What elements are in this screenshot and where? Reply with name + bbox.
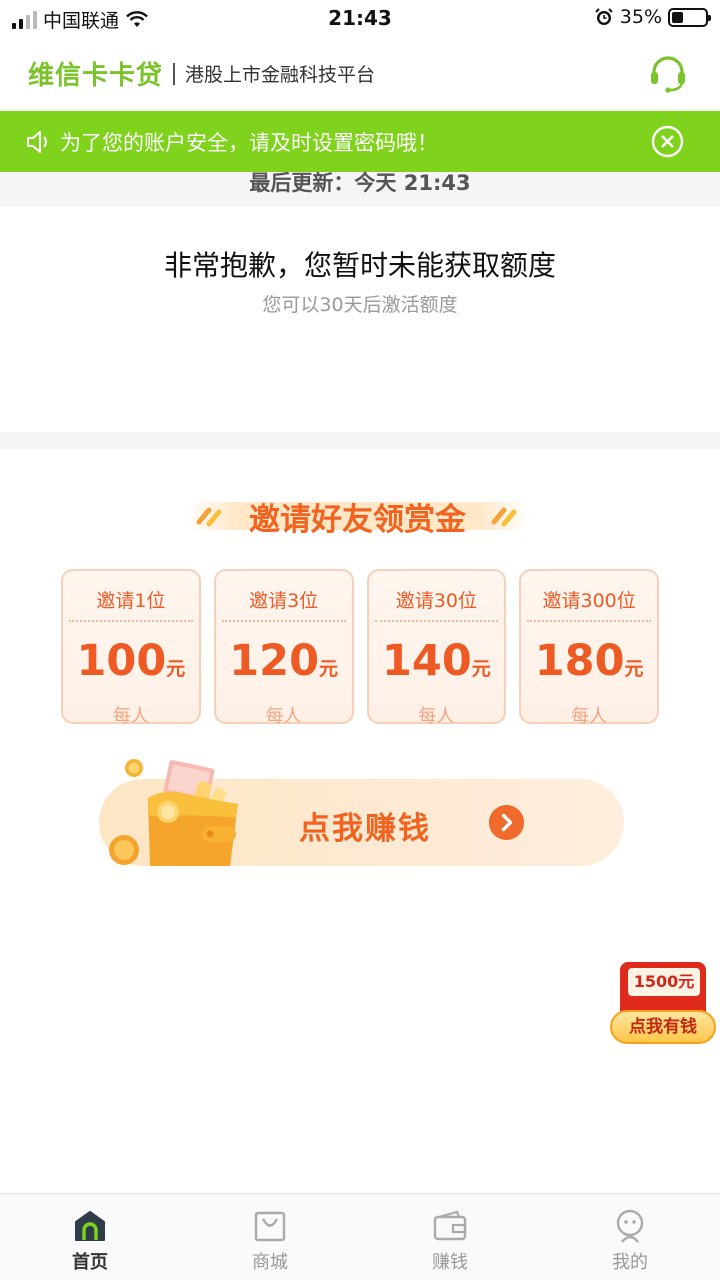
reward-cards: 邀请1位 100元 每人 邀请3位 120元 每人 邀请30位 140元 每人 …: [61, 569, 659, 727]
wallet-coins-icon: [109, 759, 238, 866]
reward-card-label: 邀请30位: [395, 590, 477, 612]
earn-money-label: 点我赚钱: [299, 811, 431, 847]
reward-card: 邀请3位 120元 每人: [213, 569, 354, 727]
status-right: 35%: [594, 6, 711, 28]
customer-service-icon[interactable]: [646, 52, 690, 96]
bottom-tab-bar: 首页 商城 赚钱 我的: [0, 1193, 720, 1280]
battery-percent: 35%: [619, 6, 662, 28]
reward-card: 邀请30位 140元 每人: [366, 569, 507, 727]
reward-card: 邀请300位 180元 每人: [519, 569, 659, 727]
reward-card-label: 邀请300位: [542, 590, 636, 612]
reward-card-label: 邀请3位: [249, 590, 319, 612]
tab-label: 首页: [72, 1252, 108, 1273]
tab-label: 商城: [252, 1252, 288, 1273]
notice-text: 为了您的账户安全，请及时设置密码哦！: [60, 130, 438, 155]
wallet-icon: [433, 1210, 467, 1241]
reward-card-amount: 140元: [381, 636, 491, 686]
brand-logo: 维信卡卡贷: [28, 61, 164, 91]
quota-title: 非常抱歉，您暂时未能获取额度: [163, 249, 556, 282]
security-notice-bar[interactable]: 为了您的账户安全，请及时设置密码哦！: [0, 111, 720, 172]
invite-title: 邀请好友领赏金: [249, 502, 466, 538]
reward-card-per: 每人: [265, 706, 302, 727]
home-icon: [75, 1211, 105, 1241]
quota-panel: 非常抱歉，您暂时未能获取额度 您可以30天后激活额度: [0, 206, 720, 432]
profile-icon: [616, 1209, 644, 1243]
battery-icon: [668, 7, 711, 27]
reward-card-amount: 100元: [76, 636, 186, 686]
tab-mall[interactable]: 商城: [180, 1194, 360, 1280]
reward-card-amount: 180元: [534, 636, 644, 686]
arrow-right-icon: [489, 805, 524, 840]
tab-mine[interactable]: 我的: [540, 1194, 720, 1280]
reward-card: 邀请1位 100元 每人: [61, 569, 201, 727]
header-divider: [173, 62, 176, 85]
app-header: 维信卡卡贷 港股上市金融科技平台: [0, 38, 720, 110]
quota-subtitle: 您可以30天后激活额度: [262, 294, 458, 316]
speaker-icon: [27, 130, 47, 153]
decoration-stripes-icon: [491, 507, 517, 527]
last-update-text: 最后更新：今天 21:43: [0, 172, 720, 206]
promo-amount: 1500元: [628, 968, 700, 996]
red-packet-promo[interactable]: 1500元 点我有钱: [608, 958, 716, 1046]
shopping-bag-icon: [254, 1211, 286, 1242]
invite-header: 邀请好友领赏金: [185, 494, 530, 538]
reward-card-per: 每人: [112, 706, 149, 727]
reward-card-per: 每人: [418, 706, 455, 727]
close-icon[interactable]: [651, 125, 684, 158]
promo-button: 点我有钱: [610, 1010, 716, 1044]
reward-card-per: 每人: [571, 706, 608, 727]
status-bar: 中国联通 21:43 35%: [0, 0, 720, 38]
tab-earn[interactable]: 赚钱: [360, 1194, 540, 1280]
reward-card-label: 邀请1位: [96, 590, 166, 612]
alarm-icon: [595, 8, 613, 25]
tab-label: 赚钱: [432, 1252, 468, 1273]
reward-card-amount: 120元: [229, 636, 339, 686]
section-gap: [0, 432, 720, 449]
tab-label: 我的: [612, 1252, 648, 1273]
header-slogan: 港股上市金融科技平台: [185, 64, 376, 86]
tab-home[interactable]: 首页: [0, 1194, 180, 1280]
